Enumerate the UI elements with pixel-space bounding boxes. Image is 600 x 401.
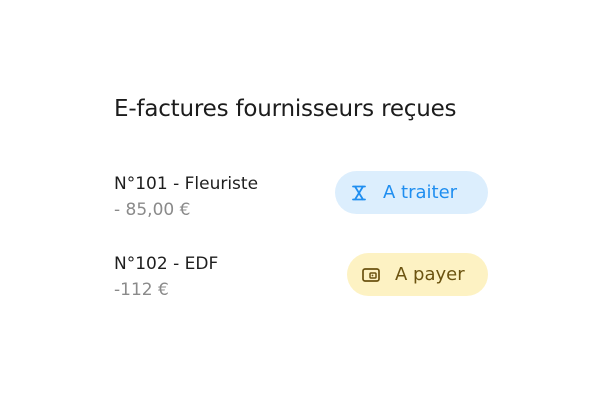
status-badge-a-payer[interactable]: A payer: [347, 253, 488, 296]
status-label: A traiter: [383, 182, 458, 203]
status-badge-a-traiter[interactable]: A traiter: [335, 171, 488, 214]
page-title: E-factures fournisseurs reçues: [114, 96, 457, 122]
hourglass-icon: [351, 185, 367, 201]
status-label: A payer: [395, 264, 465, 285]
wallet-icon: [361, 267, 381, 282]
